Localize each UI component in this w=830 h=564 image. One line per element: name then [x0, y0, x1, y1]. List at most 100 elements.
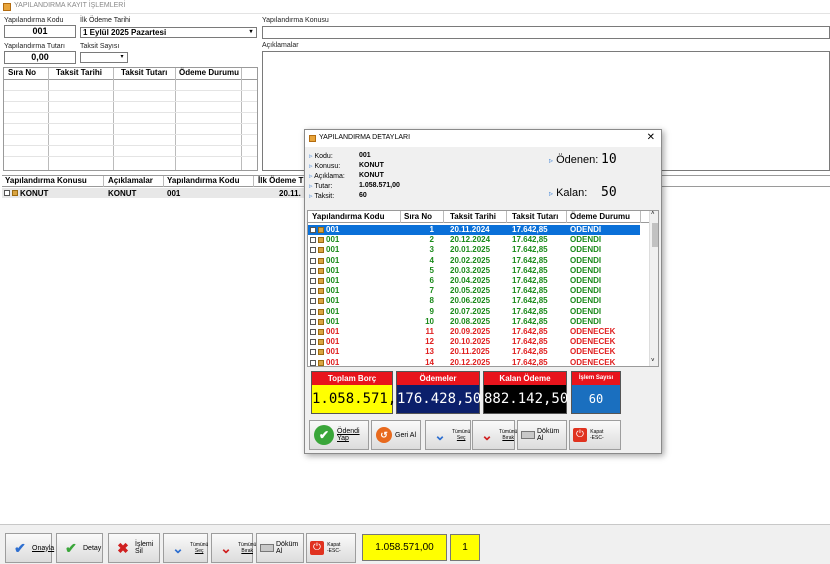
- cell-tarih: 20.11.2025: [450, 347, 490, 357]
- count-display: 1: [450, 534, 480, 561]
- folder-icon: [318, 227, 324, 233]
- dropdown-arrow-icon[interactable]: ▾: [118, 54, 126, 61]
- row-checkbox[interactable]: [4, 190, 10, 196]
- installment-row[interactable]: 001 3 20.01.2025 17.642,85 ODENDI: [308, 245, 640, 255]
- row-checkbox[interactable]: [310, 278, 316, 284]
- row-checkbox[interactable]: [310, 298, 316, 305]
- row-checkbox[interactable]: [310, 339, 316, 346]
- tumunu-sec-button[interactable]: ⌄ Tümünü Seç: [163, 533, 208, 563]
- row-checkbox[interactable]: [310, 288, 316, 295]
- scroll-down-icon[interactable]: ˅: [651, 358, 655, 364]
- islemi-sil-label: İşlemi Sil: [135, 541, 154, 555]
- installment-row[interactable]: 001 8 20.06.2025 17.642,85 ODENDI: [308, 296, 640, 306]
- odendi-yap-button[interactable]: ✔ Ödendi Yap: [309, 420, 369, 450]
- cell-sira: 10: [425, 316, 434, 326]
- installment-row[interactable]: 001 13 20.11.2025 17.642,85 ODENECEK: [308, 347, 640, 357]
- cell-tutar: 17.642,85: [512, 265, 548, 275]
- row-checkbox[interactable]: [310, 267, 316, 274]
- tutar-input[interactable]: 0,00: [4, 51, 76, 64]
- taksit-sayisi-label: Taksit Sayısı: [80, 43, 120, 50]
- toplam-borc-label: Toplam Borç: [312, 372, 392, 385]
- modal-tumunu-birak-label-2: Bırak: [502, 435, 514, 441]
- installment-row[interactable]: 001 14 20.12.2025 17.642,85 ODENECEK: [308, 357, 640, 367]
- col-yapilandirma-konusu[interactable]: Yapılandırma Konusu: [5, 176, 87, 185]
- scrollbar-thumb[interactable]: [652, 223, 658, 247]
- modal-tumunu-sec-label-2: Seç: [456, 435, 466, 441]
- installment-row[interactable]: 001 4 20.02.2025 17.642,85 ODENDI: [308, 256, 640, 266]
- cell-sira: 7: [429, 286, 434, 296]
- modal-tumunu-birak-button[interactable]: ⌄ Tümünü Bırak: [472, 420, 517, 450]
- col-yapilandirma-kodu[interactable]: Yapılandırma Kodu: [312, 211, 384, 223]
- kodu-input[interactable]: 001: [4, 25, 76, 38]
- dropdown-arrow-icon[interactable]: ▾: [247, 29, 255, 36]
- ilk-odeme-date-picker[interactable]: 1 Eylül 2025 Pazartesi ▾: [80, 27, 257, 38]
- col-odeme-durumu[interactable]: Ödeme Durumu: [179, 68, 239, 77]
- tumunu-sec-label-2: Seç: [194, 548, 204, 554]
- col-taksit-tarihi[interactable]: Taksit Tarihi: [450, 211, 496, 223]
- row-checkbox[interactable]: [310, 227, 316, 233]
- row-checkbox[interactable]: [310, 349, 316, 356]
- installment-row[interactable]: 001 2 20.12.2024 17.642,85 ODENDI: [308, 235, 640, 245]
- installment-grid[interactable]: Yapılandırma Kodu Sıra No Taksit Tarihi …: [307, 210, 659, 367]
- installment-row[interactable]: 001 1 20.11.2024 17.642,85 ODENDI: [308, 225, 640, 236]
- dokum-al-button[interactable]: Döküm Al: [256, 533, 304, 563]
- arrow-icon: ▹: [309, 193, 313, 200]
- cell-tarih: 20.03.2025: [450, 265, 491, 275]
- cell-sira: 2: [429, 235, 434, 245]
- col-sira-no[interactable]: Sıra No: [404, 211, 432, 223]
- installment-row[interactable]: 001 5 20.03.2025 17.642,85 ODENDI: [308, 266, 640, 276]
- cell-kod: 001: [326, 235, 340, 245]
- row-checkbox[interactable]: [310, 308, 316, 315]
- window-titlebar: YAPILANDIRMA KAYIT İŞLEMLERİ: [0, 0, 830, 14]
- power-icon: ⏻: [573, 428, 587, 442]
- odenen-counter: ▹ Ödenen:: [549, 154, 598, 166]
- row-checkbox[interactable]: [310, 359, 316, 366]
- islemi-sil-button[interactable]: ✖ İşlemi Sil: [108, 533, 160, 563]
- row-checkbox[interactable]: [310, 318, 316, 325]
- col-taksit-tutari[interactable]: Taksit Tutarı: [121, 68, 167, 77]
- col-sira-no[interactable]: Sıra No: [8, 68, 36, 77]
- col-taksit-tarihi[interactable]: Taksit Tarihi: [56, 68, 102, 77]
- konusu-input[interactable]: [262, 26, 830, 39]
- tumunu-birak-button[interactable]: ⌄ Tümünü Bırak: [211, 533, 256, 563]
- cell-durum: ODENDI: [570, 306, 602, 316]
- row-checkbox[interactable]: [310, 329, 316, 335]
- geri-al-button[interactable]: ↺ Geri Al: [371, 420, 421, 450]
- modal-kapat-button[interactable]: ⏻ Kapat -ESC-: [569, 420, 621, 450]
- taksit-sayisi-select[interactable]: ▾: [80, 52, 128, 63]
- vertical-scrollbar[interactable]: ˄ ˅: [649, 211, 658, 366]
- col-aciklamalar[interactable]: Açıklamalar: [108, 176, 153, 185]
- folder-icon: [318, 247, 324, 254]
- col-odeme-durumu[interactable]: Ödeme Durumu: [570, 211, 630, 223]
- scroll-up-icon[interactable]: ˄: [651, 211, 655, 217]
- col-ilk-odeme[interactable]: İlk Ödeme T: [258, 176, 303, 185]
- col-taksit-tutari[interactable]: Taksit Tutarı: [512, 211, 558, 223]
- row-checkbox[interactable]: [310, 237, 316, 244]
- row-checkbox[interactable]: [310, 247, 316, 254]
- cell-kod: 001: [326, 255, 340, 265]
- installment-row[interactable]: 001 6 20.04.2025 17.642,85 ODENDI: [308, 276, 640, 286]
- detay-button[interactable]: ✔ Detay: [56, 533, 103, 563]
- installment-row[interactable]: 001 9 20.07.2025 17.642,85 ODENDI: [308, 307, 640, 317]
- cell-tarih: 20.12.2025: [450, 357, 491, 367]
- check-circle-icon: ✔: [314, 425, 334, 445]
- table-row[interactable]: KONUT KONUT 001 20.11.: [2, 188, 304, 198]
- cell-tutar: 17.642,85: [512, 357, 548, 367]
- folder-icon: [318, 349, 324, 356]
- installment-row[interactable]: 001 12 20.10.2025 17.642,85 ODENECEK: [308, 337, 640, 347]
- modal-dokum-al-button[interactable]: Döküm Al: [517, 420, 567, 450]
- arrow-icon: ▹: [309, 173, 313, 180]
- installment-row[interactable]: 001 7 20.05.2025 17.642,85 ODENDI: [308, 286, 640, 296]
- konusu-label: Yapılandırma Konusu: [262, 17, 329, 24]
- cell-sira: 8: [429, 296, 434, 306]
- row-checkbox[interactable]: [310, 257, 316, 264]
- kapat-button[interactable]: ⏻ Kapat -ESC-: [306, 533, 356, 563]
- onayla-button[interactable]: ✔ Onayla: [5, 533, 54, 563]
- modal-tumunu-sec-button[interactable]: ⌄ Tümünü Seç: [425, 420, 471, 450]
- col-yapilandirma-kodu[interactable]: Yapılandırma Kodu: [167, 176, 239, 185]
- taksit-grid[interactable]: Sıra No Taksit Tarihi Taksit Tutarı Ödem…: [3, 67, 258, 171]
- cell-sira: 3: [429, 245, 434, 255]
- close-icon[interactable]: ✕: [647, 132, 655, 143]
- installment-row[interactable]: 001 11 20.09.2025 17.642,85 ODENECEK: [308, 327, 640, 337]
- installment-row[interactable]: 001 10 20.08.2025 17.642,85 ODENDI: [308, 317, 640, 327]
